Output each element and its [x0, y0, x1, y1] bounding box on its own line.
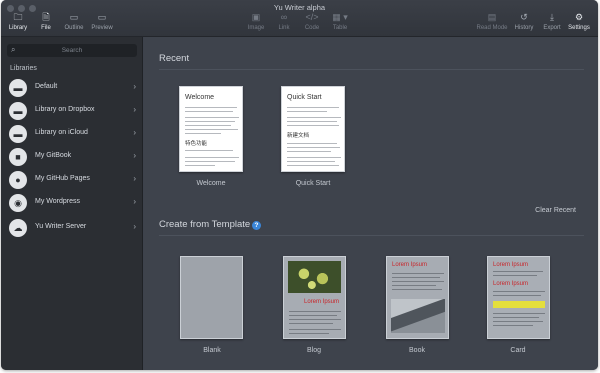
folder-icon: 🗀 [13, 12, 23, 22]
settings-button[interactable]: ⚙ Settings [564, 12, 594, 31]
image-button[interactable]: ▣ Image [241, 12, 271, 31]
template-card[interactable]: Lorem Ipsum Lorem Ipsum [487, 256, 550, 339]
clear-recent-button[interactable]: Clear Recent [535, 207, 576, 214]
sidebar-item-gitbook[interactable]: ■ My GitBook › [1, 146, 143, 168]
chevron-right-icon: › [133, 105, 136, 114]
template-heading: Create from Template [159, 219, 251, 230]
sidebar-item-icloud[interactable]: ▬ Library on iCloud › [1, 123, 143, 145]
template-card-caption: Card [510, 347, 526, 354]
read-mode-icon: ▤ [487, 12, 497, 22]
read-mode-button[interactable]: ▤ Read Mode [475, 12, 509, 31]
recent-doc-welcome[interactable]: Welcome 特色功能 [179, 86, 243, 172]
chevron-right-icon: › [133, 151, 136, 160]
folder-icon: ▬ [9, 102, 27, 120]
libraries-heading: Libraries [10, 65, 37, 72]
book-cover-image [391, 299, 445, 333]
sidebar-item-default[interactable]: ▬ Default › [1, 77, 143, 99]
export-button[interactable]: ⤓ Export [537, 12, 567, 31]
template-blank[interactable] [180, 256, 243, 339]
sidebar-item-wordpress[interactable]: ◉ My Wordpress › [1, 192, 143, 214]
preview-button[interactable]: ▭ Preview [87, 12, 117, 31]
sidebar-item-dropbox[interactable]: ▬ Library on Dropbox › [1, 100, 143, 122]
folder-icon: ▬ [9, 125, 27, 143]
outline-icon: ▭ [69, 12, 79, 22]
history-icon: ↺ [520, 12, 528, 22]
sidebar-item-yu-writer-server[interactable]: ☁ Yu Writer Server › [1, 217, 143, 239]
doc-subheading: 新建文档 [287, 133, 310, 139]
search-input[interactable]: ⌕ Search [7, 44, 137, 57]
file-icon: 🗎 [42, 12, 50, 22]
recent-heading: Recent [159, 53, 190, 64]
chevron-right-icon: › [133, 174, 136, 183]
recent-doc-quick-start[interactable]: Quick Start 新建文档 [281, 86, 345, 172]
chevron-right-icon: › [133, 82, 136, 91]
blog-cover-image [288, 261, 341, 293]
book-icon: ■ [9, 148, 27, 166]
recent-doc-welcome-caption: Welcome [196, 180, 226, 187]
folder-icon: ▬ [9, 79, 27, 97]
table-icon: ▦ ▾ [332, 12, 348, 22]
doc-subheading: 特色功能 [185, 141, 208, 147]
template-blog[interactable]: Lorem Ipsum [283, 256, 346, 339]
table-button[interactable]: ▦ ▾ Table [322, 12, 358, 31]
template-blog-caption: Blog [306, 347, 321, 354]
sidebar-item-github-pages[interactable]: ● My GitHub Pages › [1, 169, 143, 191]
cloud-icon: ☁ [9, 219, 27, 237]
search-placeholder: Search [61, 47, 83, 54]
library-button[interactable]: 🗀 Library [3, 12, 33, 31]
help-icon[interactable]: ? [252, 221, 261, 230]
gear-icon: ⚙ [574, 12, 584, 22]
preview-icon: ▭ [97, 12, 107, 22]
template-book[interactable]: Lorem Ipsum [386, 256, 449, 339]
file-button[interactable]: 🗎 File [31, 12, 61, 31]
divider [159, 235, 584, 236]
chevron-right-icon: › [133, 222, 136, 231]
history-button[interactable]: ↺ History [509, 12, 539, 31]
chevron-right-icon: › [133, 197, 136, 206]
wordpress-icon: ◉ [9, 194, 27, 212]
window-title: Yu Writer alpha [273, 3, 326, 12]
link-icon: ∞ [280, 12, 288, 22]
image-icon: ▣ [251, 12, 261, 22]
chevron-right-icon: › [133, 128, 136, 137]
main-content: Recent Welcome 特色功能 Welcome Quick Start [144, 37, 598, 370]
highlight-block [493, 301, 545, 308]
divider [159, 69, 584, 70]
toolbar: Yu Writer alpha 🗀 Library 🗎 File ▭ Outli… [1, 0, 598, 37]
template-book-caption: Book [409, 347, 425, 354]
outline-button[interactable]: ▭ Outline [59, 12, 89, 31]
app-window: Yu Writer alpha 🗀 Library 🗎 File ▭ Outli… [1, 0, 598, 370]
template-blank-caption: Blank [203, 347, 221, 354]
sidebar: ⌕ Search Libraries ▬ Default › ▬ Library… [1, 37, 143, 370]
export-icon: ⤓ [550, 12, 554, 22]
recent-doc-quick-start-caption: Quick Start [295, 180, 331, 187]
link-button[interactable]: ∞ Link [269, 12, 299, 31]
github-icon: ● [9, 171, 27, 189]
